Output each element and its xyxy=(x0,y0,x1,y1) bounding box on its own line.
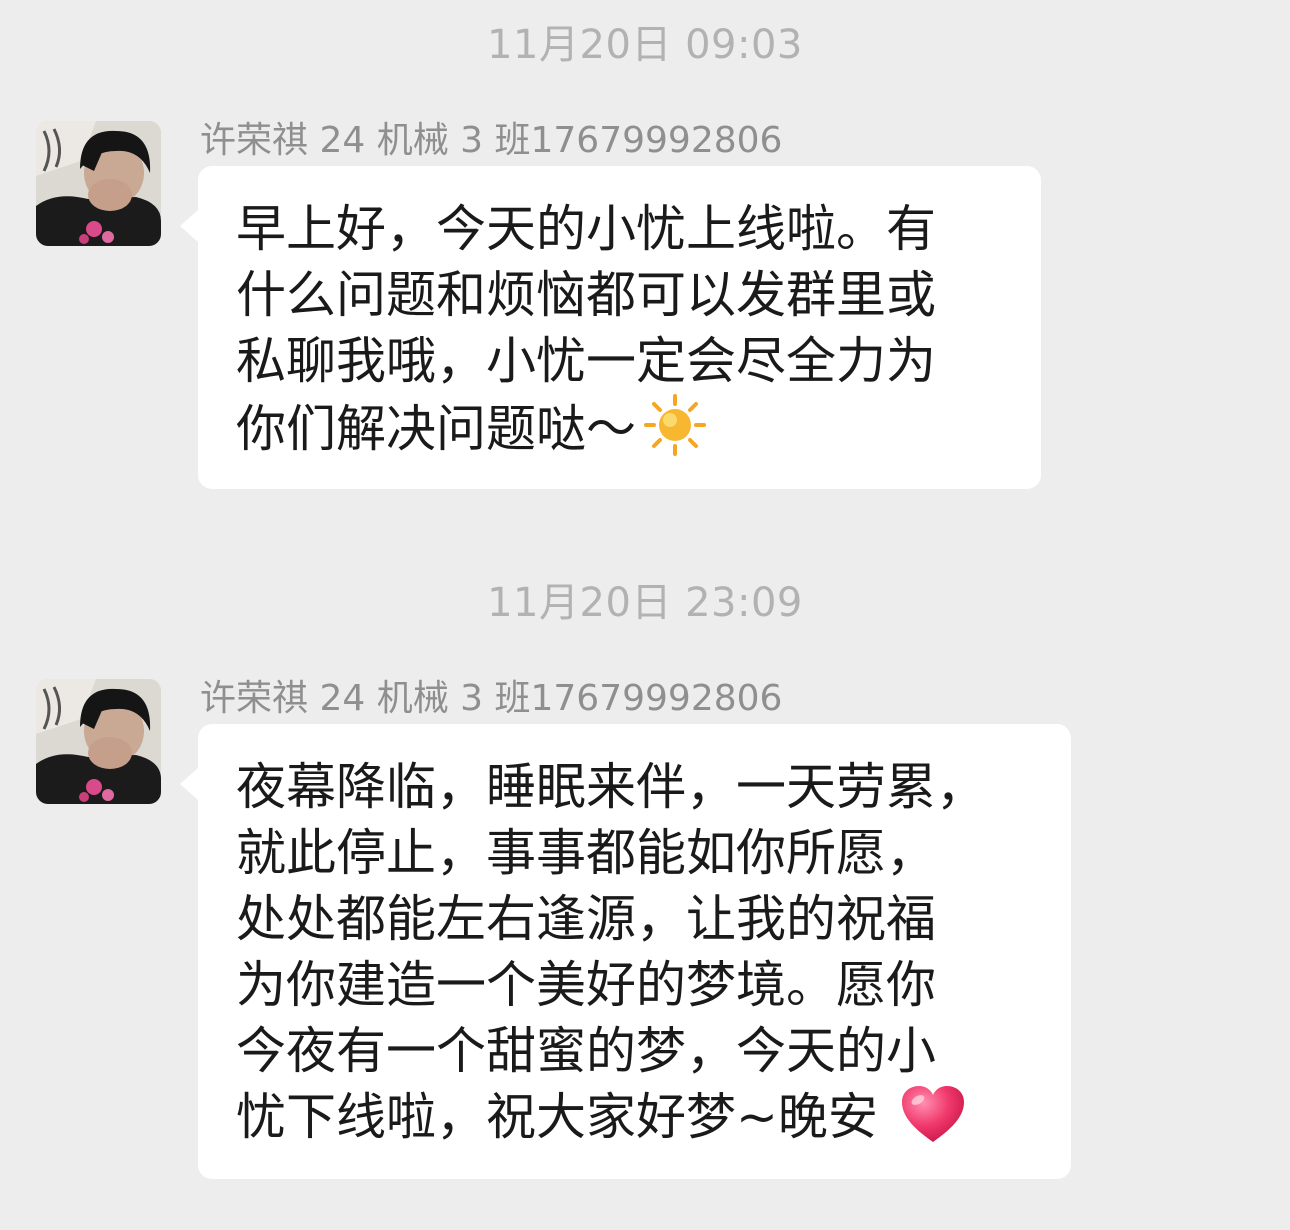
message-line: 就此停止，事事都能如你所愿， xyxy=(236,824,936,882)
sender-name-1: 许荣祺 24 机械 3 班17679992806 xyxy=(200,120,783,161)
message-line-with-emoji: 你们解决问题哒～ xyxy=(236,394,1005,472)
message-line: 夜幕降临，睡眠来伴，一天劳累， xyxy=(236,758,986,816)
message-line-with-emoji: 忧下线啦，祝大家好梦~晚安 xyxy=(236,1084,1035,1160)
sender-avatar[interactable] xyxy=(36,679,161,804)
sender-avatar[interactable] xyxy=(36,121,161,246)
avatar-photo xyxy=(36,121,161,246)
message-bubble-1[interactable]: 早上好，今天的小忧上线啦。有 什么问题和烦恼都可以发群里或 私聊我哦，小忧一定会… xyxy=(180,166,1041,489)
message-line: 私聊我哦，小忧一定会尽全力为 xyxy=(236,332,936,390)
timestamp-2: 11月20日 23:09 xyxy=(487,580,803,626)
message-bubble-2[interactable]: 夜幕降临，睡眠来伴，一天劳累， 就此停止，事事都能如你所愿， 处处都能左右逢源，… xyxy=(180,724,1071,1179)
avatar-photo xyxy=(36,679,161,804)
red-heart-emoji-icon xyxy=(901,1086,964,1160)
message-line: 处处都能左右逢源，让我的祝福 xyxy=(236,890,936,948)
message-line: 为你建造一个美好的梦境。愿你 xyxy=(236,956,936,1014)
message-line-text: 忧下线啦，祝大家好梦~晚安 xyxy=(236,1088,878,1146)
message-line: 早上好，今天的小忧上线啦。有 xyxy=(236,200,936,258)
message-line: 今夜有一个甜蜜的梦，今天的小 xyxy=(236,1022,936,1080)
sun-emoji-icon xyxy=(644,394,706,472)
timestamp-1: 11月20日 09:03 xyxy=(487,22,803,68)
message-line-text: 你们解决问题哒～ xyxy=(236,400,636,458)
message-line: 什么问题和烦恼都可以发群里或 xyxy=(236,266,936,324)
sender-name-2: 许荣祺 24 机械 3 班17679992806 xyxy=(200,678,783,719)
